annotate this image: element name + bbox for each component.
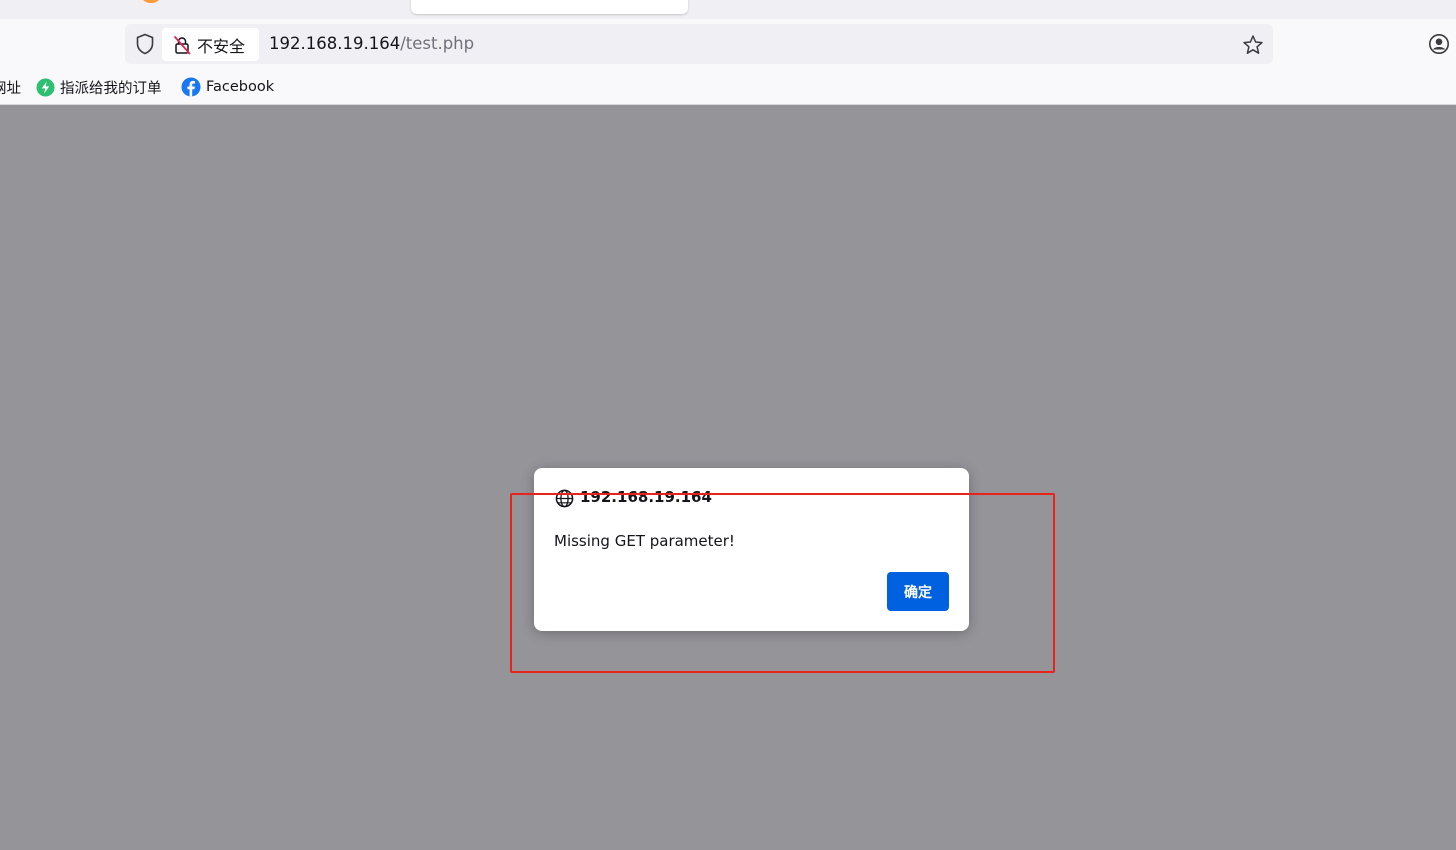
security-label: 不安全 — [197, 36, 246, 56]
account-icon[interactable] — [1428, 33, 1450, 55]
tab-strip — [0, 0, 1456, 19]
facebook-icon — [181, 77, 201, 97]
lightning-icon — [36, 78, 55, 96]
active-tab[interactable] — [411, 0, 688, 14]
bookmark-label: 网址 — [0, 80, 21, 97]
site-security-indicator[interactable]: 不安全 — [162, 28, 259, 61]
url-text[interactable]: 192.168.19.164/test.php — [269, 33, 474, 55]
url-host: 192.168.19.164 — [269, 34, 401, 53]
tab-favicon-icon[interactable] — [142, 0, 160, 3]
bookmark-item-3[interactable]: Facebook — [181, 77, 274, 97]
bookmark-item-1[interactable]: 网址 — [0, 77, 21, 97]
url-path: /test.php — [400, 34, 475, 53]
bookmark-label: Facebook — [206, 79, 275, 95]
tracking-protection-shield-icon[interactable] — [135, 33, 155, 55]
bookmark-star-icon[interactable] — [1242, 34, 1264, 56]
insecure-lock-icon — [174, 35, 191, 54]
highlight-annotation-box — [510, 493, 1055, 673]
bookmark-item-2[interactable]: 指派给我的订单 — [36, 77, 162, 97]
bookmark-label: 指派给我的订单 — [60, 80, 162, 97]
